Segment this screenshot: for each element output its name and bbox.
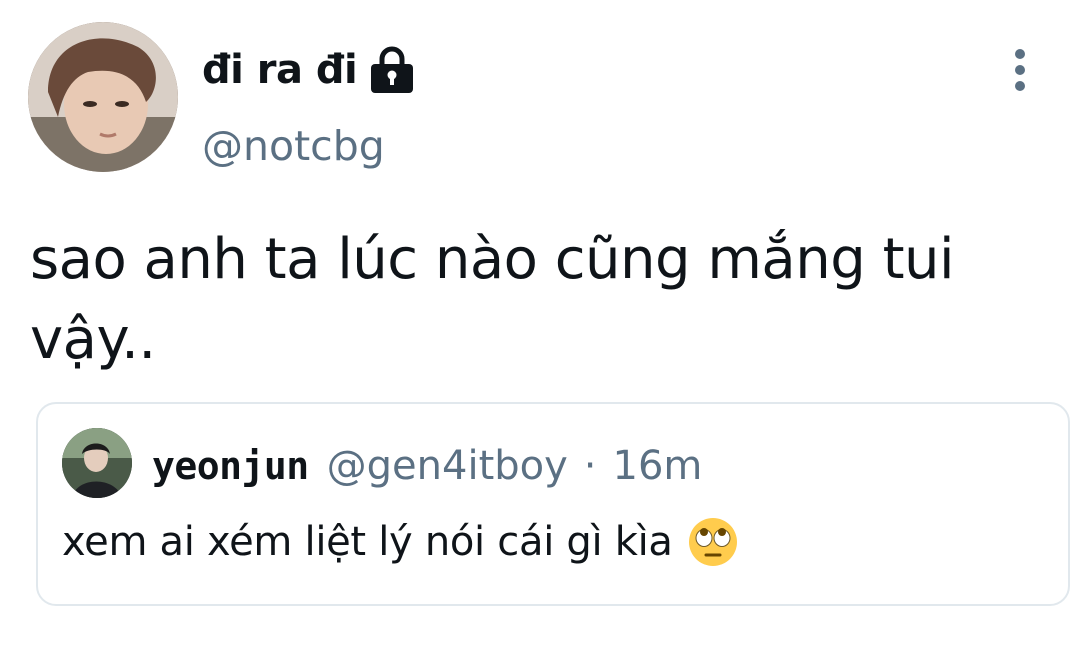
lock-icon [371, 46, 414, 93]
author-handle[interactable]: @notcbg [202, 122, 385, 170]
more-vertical-icon[interactable] [1000, 44, 1040, 96]
author-avatar[interactable] [28, 22, 178, 172]
face-with-rolling-eyes-icon [688, 518, 737, 566]
tweet-text: sao anh ta lúc nào cũng mắng tui vậy.. [30, 227, 955, 372]
quoted-tweet-card[interactable]: yeonjun @gen4itboy · 16m xem ai xém liệt… [36, 402, 1070, 606]
quoted-author-handle[interactable]: @gen4itboy [327, 443, 568, 489]
author-name-row: đi ra đi [202, 40, 415, 100]
quoted-author-display-name[interactable]: yeonjun [152, 444, 309, 488]
quoted-tweet-timestamp[interactable]: 16m [613, 443, 703, 489]
avatar-photo [28, 22, 178, 172]
quoted-tweet-header: yeonjun @gen4itboy · 16m [152, 440, 702, 492]
separator-dot: · [583, 443, 597, 489]
quoted-tweet-text: xem ai xém liệt lý nói cái gì kìa [62, 519, 673, 565]
quoted-author-avatar[interactable] [62, 428, 132, 498]
quoted-tweet-body: xem ai xém liệt lý nói cái gì kìa [62, 512, 739, 572]
avatar-photo [62, 428, 132, 498]
author-display-name[interactable]: đi ra đi [202, 47, 358, 93]
